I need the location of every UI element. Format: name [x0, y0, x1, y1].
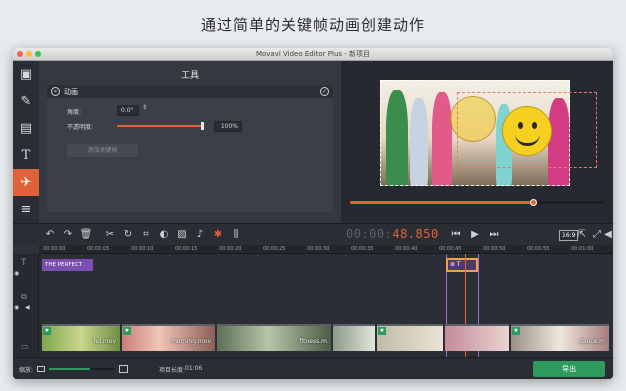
stepper-icon[interactable]: ⇕: [142, 104, 147, 111]
clip-untitled[interactable]: [333, 324, 375, 351]
clip-morning[interactable]: ★ morning.mov: [122, 324, 215, 351]
sticker-clip[interactable]: ⊛ T: [446, 258, 478, 272]
zoom-label: 缩放:: [19, 367, 34, 374]
animation-panel: « 动画 ✓ 角度: 0.0° ⇕ 不透明度: 100% 添加关键帧: [47, 85, 333, 212]
timecode: 00:00:48.850: [346, 227, 439, 241]
color-adjust-icon[interactable]: ◐: [157, 228, 171, 242]
detach-icon[interactable]: ⇱: [575, 228, 589, 242]
clip-hd[interactable]: ★ hd.mov: [42, 324, 120, 351]
zoom-out-icon[interactable]: [37, 366, 45, 372]
window-title: Movavi Video Editor Plus - 新项目: [255, 50, 371, 58]
title-track-icon: T: [21, 258, 27, 268]
panel-title: 动画: [64, 87, 78, 96]
title-clip[interactable]: THE PERFECT: [42, 259, 93, 271]
clip-dance-b[interactable]: [445, 324, 509, 351]
ruler-tick: 00:00:10: [131, 246, 154, 252]
redo-icon[interactable]: ↷: [61, 228, 75, 242]
clip-dance-a[interactable]: ★: [377, 324, 443, 351]
equalizer-icon[interactable]: ⫼: [229, 228, 243, 242]
opacity-slider[interactable]: [117, 122, 204, 130]
volume-icon[interactable]: ◀: [603, 228, 613, 242]
overlay-track-icon: ⧉: [21, 292, 27, 301]
export-button[interactable]: 导出: [533, 361, 605, 377]
edit-toolbar: ↶ ↷ 🗑 ✂ ↻ ⌗ ◐ ▨ ♪ ✱ ⫼ 00:00:48.850 ⏮ ▶ ⏭…: [13, 223, 613, 245]
trash-icon[interactable]: 🗑: [79, 228, 93, 242]
ruler-tick: 00:00:45: [439, 246, 462, 252]
fullscreen-icon[interactable]: ⤢: [590, 228, 604, 242]
ruler-tick: 00:00:05: [87, 246, 110, 252]
crop-icon[interactable]: ⌗: [139, 228, 153, 242]
speaker-icon[interactable]: ◀: [25, 304, 30, 311]
status-bar: 缩放: 项目长度: 01:06 导出: [13, 357, 613, 379]
play-icon[interactable]: ▶: [468, 228, 482, 242]
running-man-icon[interactable]: ✈: [13, 169, 39, 196]
sidebar: ▣ ✎ ▤ T ✈ ≡: [13, 61, 39, 223]
undo-icon[interactable]: ↶: [43, 228, 57, 242]
seek-knob[interactable]: [529, 199, 537, 206]
check-icon[interactable]: ✓: [320, 87, 329, 96]
timeline-ruler[interactable]: 00:00:00 00:00:05 00:00:10 00:00:15 00:00:20…: [39, 245, 613, 254]
opacity-label: 不透明度:: [67, 124, 94, 131]
ruler-tick: 00:01:00: [571, 246, 594, 252]
mic-icon[interactable]: ♪: [193, 228, 207, 242]
ruler-tick: 00:00:30: [307, 246, 330, 252]
timeline-tracks: T ◉ ⧉ ◉ ◀ ▭ THE PERFECT ⊛ T ★ hd.mov ★ m…: [13, 254, 613, 357]
skip-forward-icon[interactable]: ⏭: [487, 228, 501, 242]
duration-label: 项目长度:: [159, 367, 186, 374]
ruler-tick: 00:00:20: [219, 246, 242, 252]
ruler-tick: 00:00:35: [351, 246, 374, 252]
eye-icon[interactable]: ◉: [14, 270, 19, 277]
seek-bar[interactable]: [350, 199, 604, 206]
zoom-slider[interactable]: [49, 368, 115, 370]
transitions-icon[interactable]: ▤: [13, 115, 39, 142]
eye-icon-2[interactable]: ◉: [14, 304, 19, 311]
title-bar: Movavi Video Editor Plus - 新项目: [13, 48, 613, 61]
track-controls: T ◉ ⧉ ◉ ◀ ▭: [13, 254, 39, 357]
app-window: Movavi Video Editor Plus - 新项目 ▣ ✎ ▤ T ✈…: [13, 48, 613, 379]
settings-gear-icon[interactable]: ✱: [211, 228, 225, 242]
video-track-icon: ▭: [21, 342, 29, 351]
text-T-icon[interactable]: T: [13, 142, 39, 169]
ruler-tick: 00:00:15: [175, 246, 198, 252]
scissors-icon[interactable]: ✂: [103, 228, 117, 242]
ruler-tick: 00:00:50: [483, 246, 506, 252]
angle-field[interactable]: 0.0°: [117, 105, 139, 116]
ruler-tick: 00:00:00: [43, 246, 66, 252]
back-icon[interactable]: «: [51, 87, 60, 96]
rotate-icon[interactable]: ↻: [121, 228, 135, 242]
add-keyframe-button[interactable]: 添加关键帧: [67, 144, 138, 157]
film-import-icon[interactable]: ▣: [13, 61, 39, 88]
ruler-tick: 00:00:55: [527, 246, 550, 252]
page-headline: 通过简单的关键帧动画创建动作: [200, 16, 425, 34]
clip-fitness[interactable]: fitness.m: [217, 324, 331, 351]
ruler-tick: 00:00:40: [395, 246, 418, 252]
angle-label: 角度:: [67, 109, 82, 116]
tools-title: 工具: [180, 71, 199, 81]
list-icon[interactable]: ≡: [13, 196, 39, 223]
zoom-in-icon[interactable]: [119, 365, 128, 373]
ruler-tick: 00:00:25: [263, 246, 286, 252]
image-icon[interactable]: ▨: [175, 228, 189, 242]
preview-panel: [341, 61, 613, 223]
tools-panel: 工具 « 动画 ✓ 角度: 0.0° ⇕ 不透明度: 100% 添加关键帧: [39, 61, 341, 223]
transform-box[interactable]: [457, 92, 597, 168]
skip-back-icon[interactable]: ⏮: [449, 228, 463, 242]
opacity-field[interactable]: 100%: [214, 121, 242, 132]
clip-dance[interactable]: ★ dance.m: [511, 324, 609, 351]
magic-wand-icon[interactable]: ✎: [13, 88, 39, 115]
duration-value: 01:06: [185, 365, 203, 372]
